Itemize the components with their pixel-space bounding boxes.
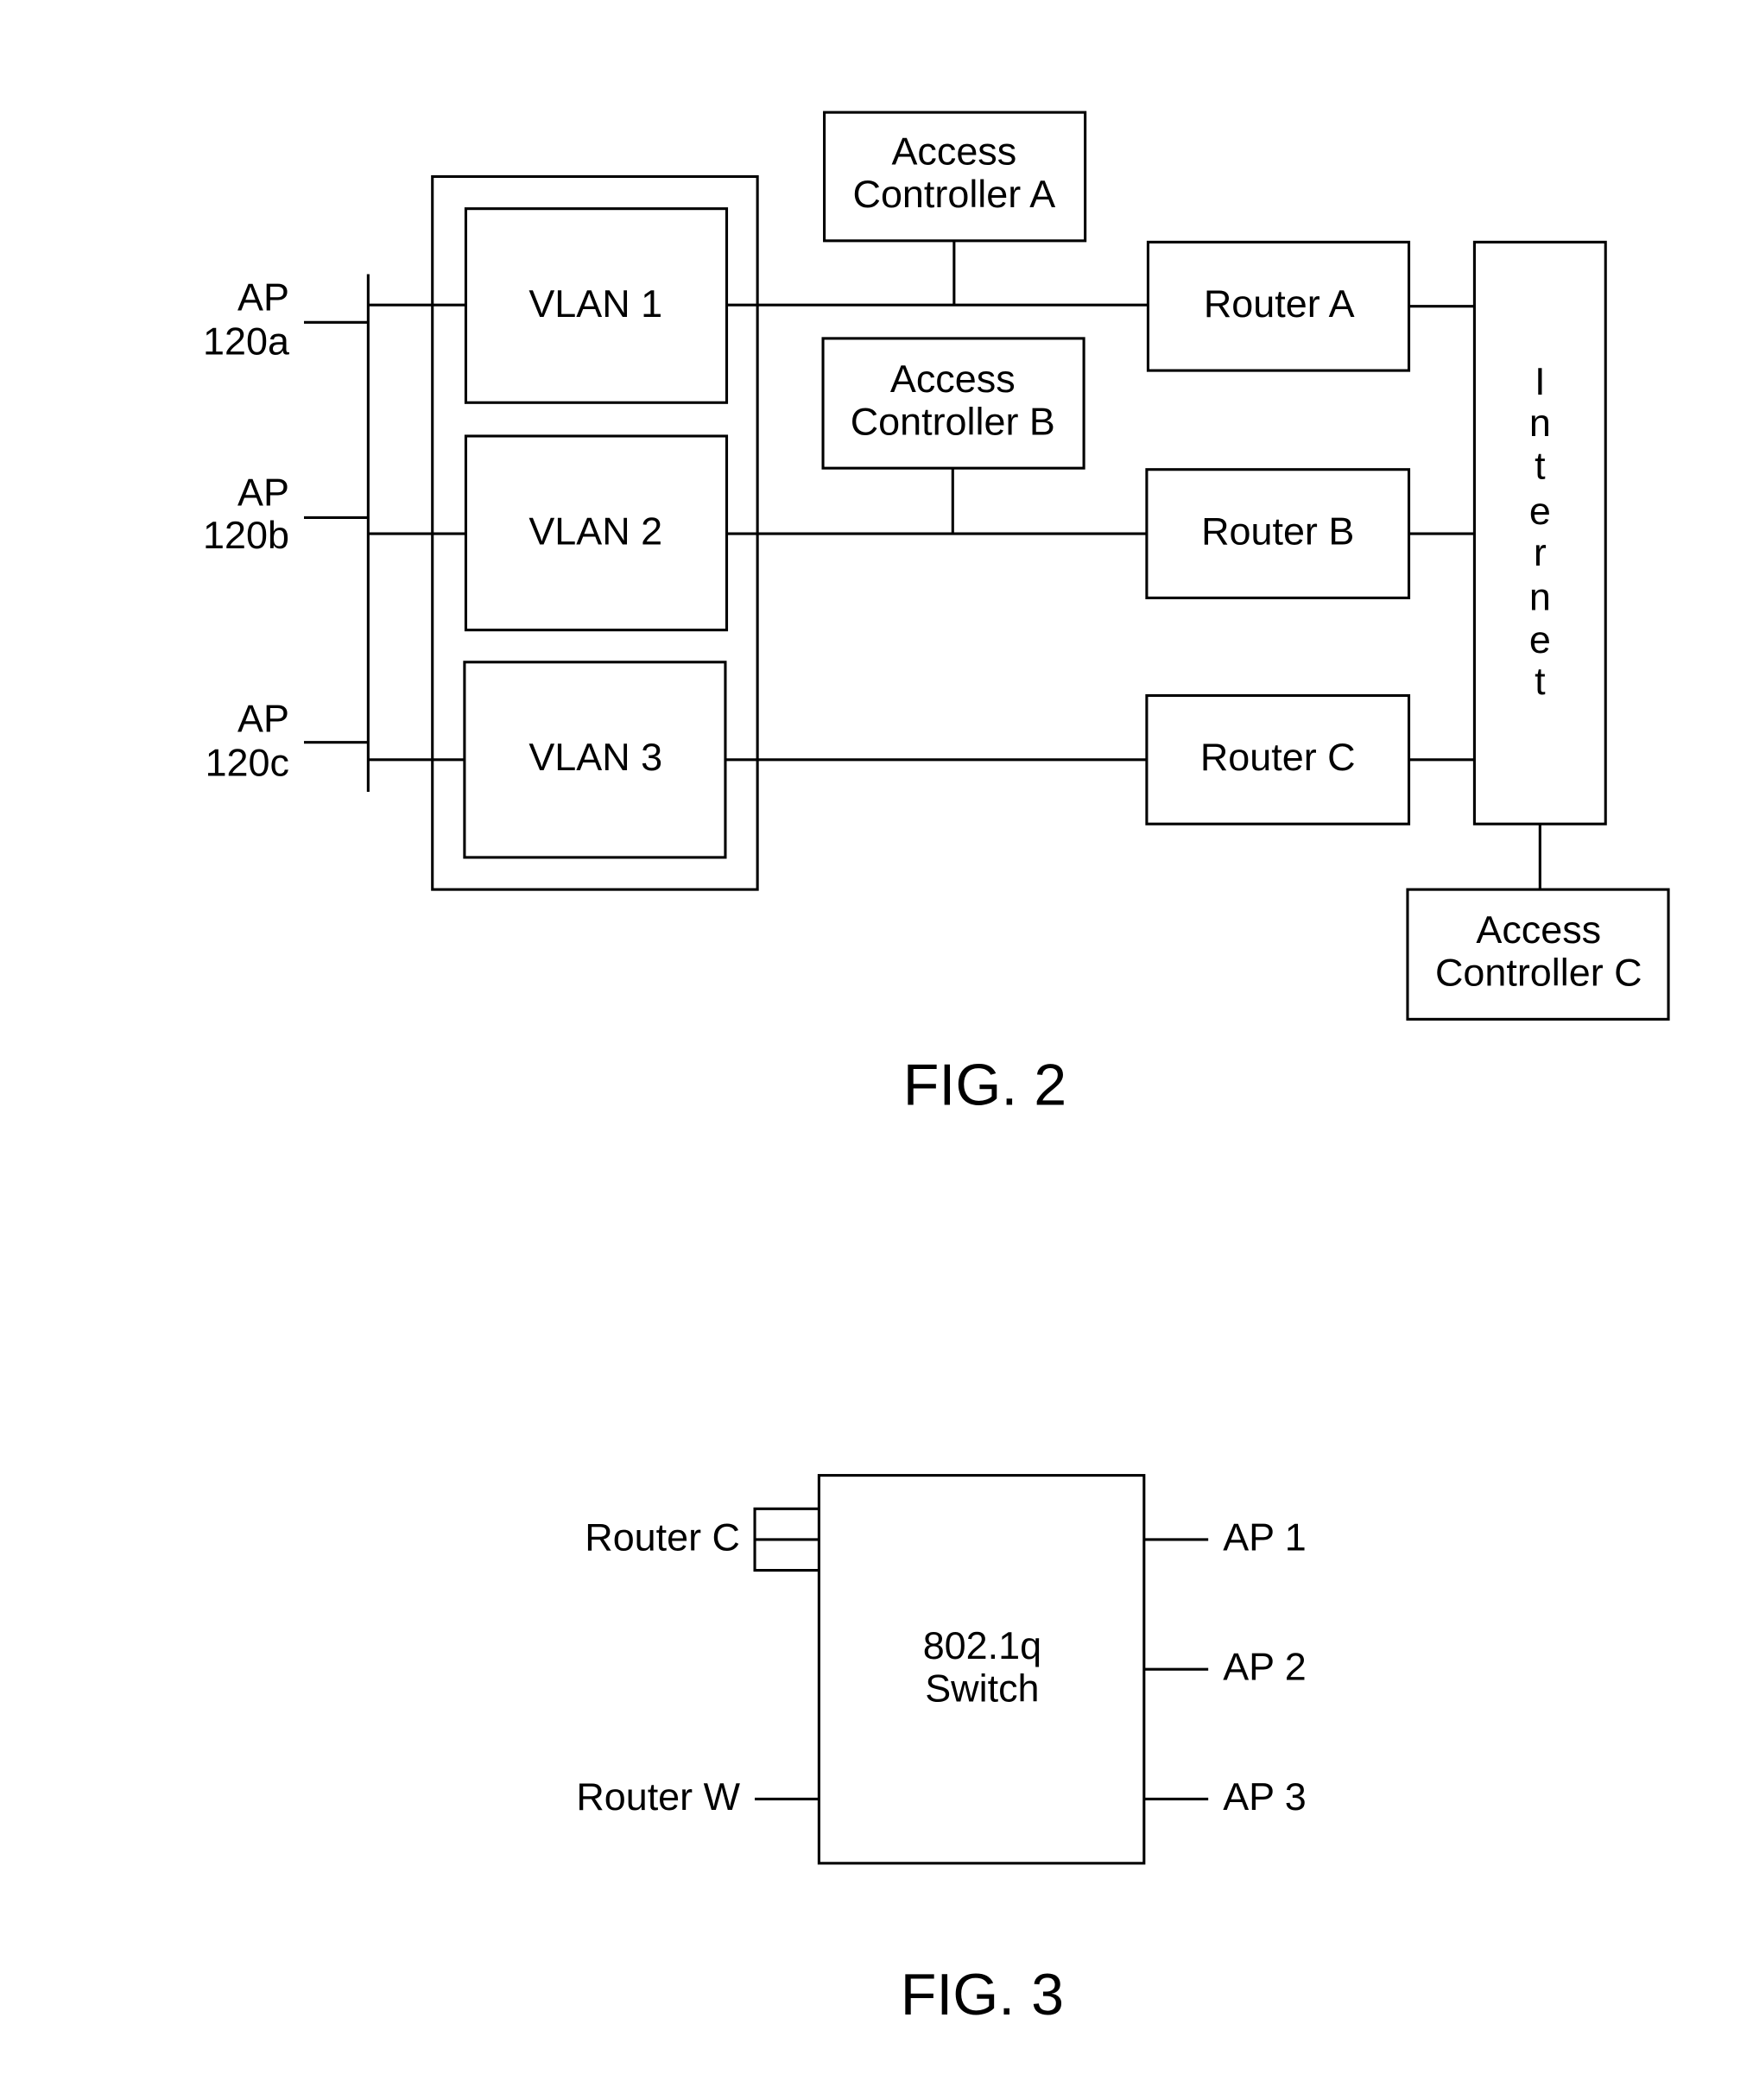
router-c-label: Router C xyxy=(1200,735,1356,779)
switch-label-2: Switch xyxy=(925,1666,1039,1710)
access-controller-c-label-1: Access xyxy=(1476,908,1601,952)
ap-120b-label-1: AP xyxy=(237,471,289,515)
internet-letter: n xyxy=(1529,401,1551,445)
ap-120c-label-2: 120c xyxy=(206,740,289,784)
switch-label-1: 802.1q xyxy=(923,1623,1041,1667)
fig2-caption: FIG. 2 xyxy=(903,1053,1066,1118)
access-controller-b-label-1: Access xyxy=(890,357,1016,401)
access-controller-b-label-2: Controller B xyxy=(851,399,1055,443)
internet-letter: e xyxy=(1529,489,1551,533)
internet-label: I n t e r n e t xyxy=(1529,359,1551,703)
ap2-port-label: AP 2 xyxy=(1223,1645,1307,1689)
internet-letter: t xyxy=(1535,659,1546,703)
ap-120a-label-1: AP xyxy=(237,275,289,319)
ap-120a-label-2: 120a xyxy=(203,319,289,363)
router-a-label: Router A xyxy=(1204,281,1355,326)
ap1-port-label: AP 1 xyxy=(1223,1515,1307,1559)
vlan-3-label: VLAN 3 xyxy=(528,735,662,779)
fig2-diagram: AP 120a AP 120b AP 120c VLAN 1 VLAN 2 VL… xyxy=(203,111,1670,1118)
internet-letter: n xyxy=(1529,574,1551,618)
router-c-port-label: Router C xyxy=(585,1515,740,1559)
vlan-1-label: VLAN 1 xyxy=(528,281,662,326)
ap-120c-label-1: AP xyxy=(237,696,289,740)
fig3-caption: FIG. 3 xyxy=(901,1962,1064,2027)
router-b-label: Router B xyxy=(1201,509,1354,553)
internet-letter: I xyxy=(1535,359,1545,403)
patent-drawing: AP 120a AP 120b AP 120c VLAN 1 VLAN 2 VL… xyxy=(203,111,1670,2027)
vlan-2-label: VLAN 2 xyxy=(528,509,662,553)
ap-120b-label-2: 120b xyxy=(203,513,289,557)
internet-letter: r xyxy=(1534,530,1547,574)
internet-letter: e xyxy=(1529,617,1551,661)
router-w-port-label: Router W xyxy=(576,1774,740,1819)
fig3-diagram: 802.1q Switch Router C Router W AP 1 AP … xyxy=(576,1474,1307,2027)
internet-letter: t xyxy=(1535,444,1546,488)
access-controller-a-label-2: Controller A xyxy=(853,172,1056,216)
ap3-port-label: AP 3 xyxy=(1223,1774,1307,1819)
access-controller-a-label-1: Access xyxy=(891,130,1016,174)
access-controller-c-label-2: Controller C xyxy=(1435,951,1642,995)
